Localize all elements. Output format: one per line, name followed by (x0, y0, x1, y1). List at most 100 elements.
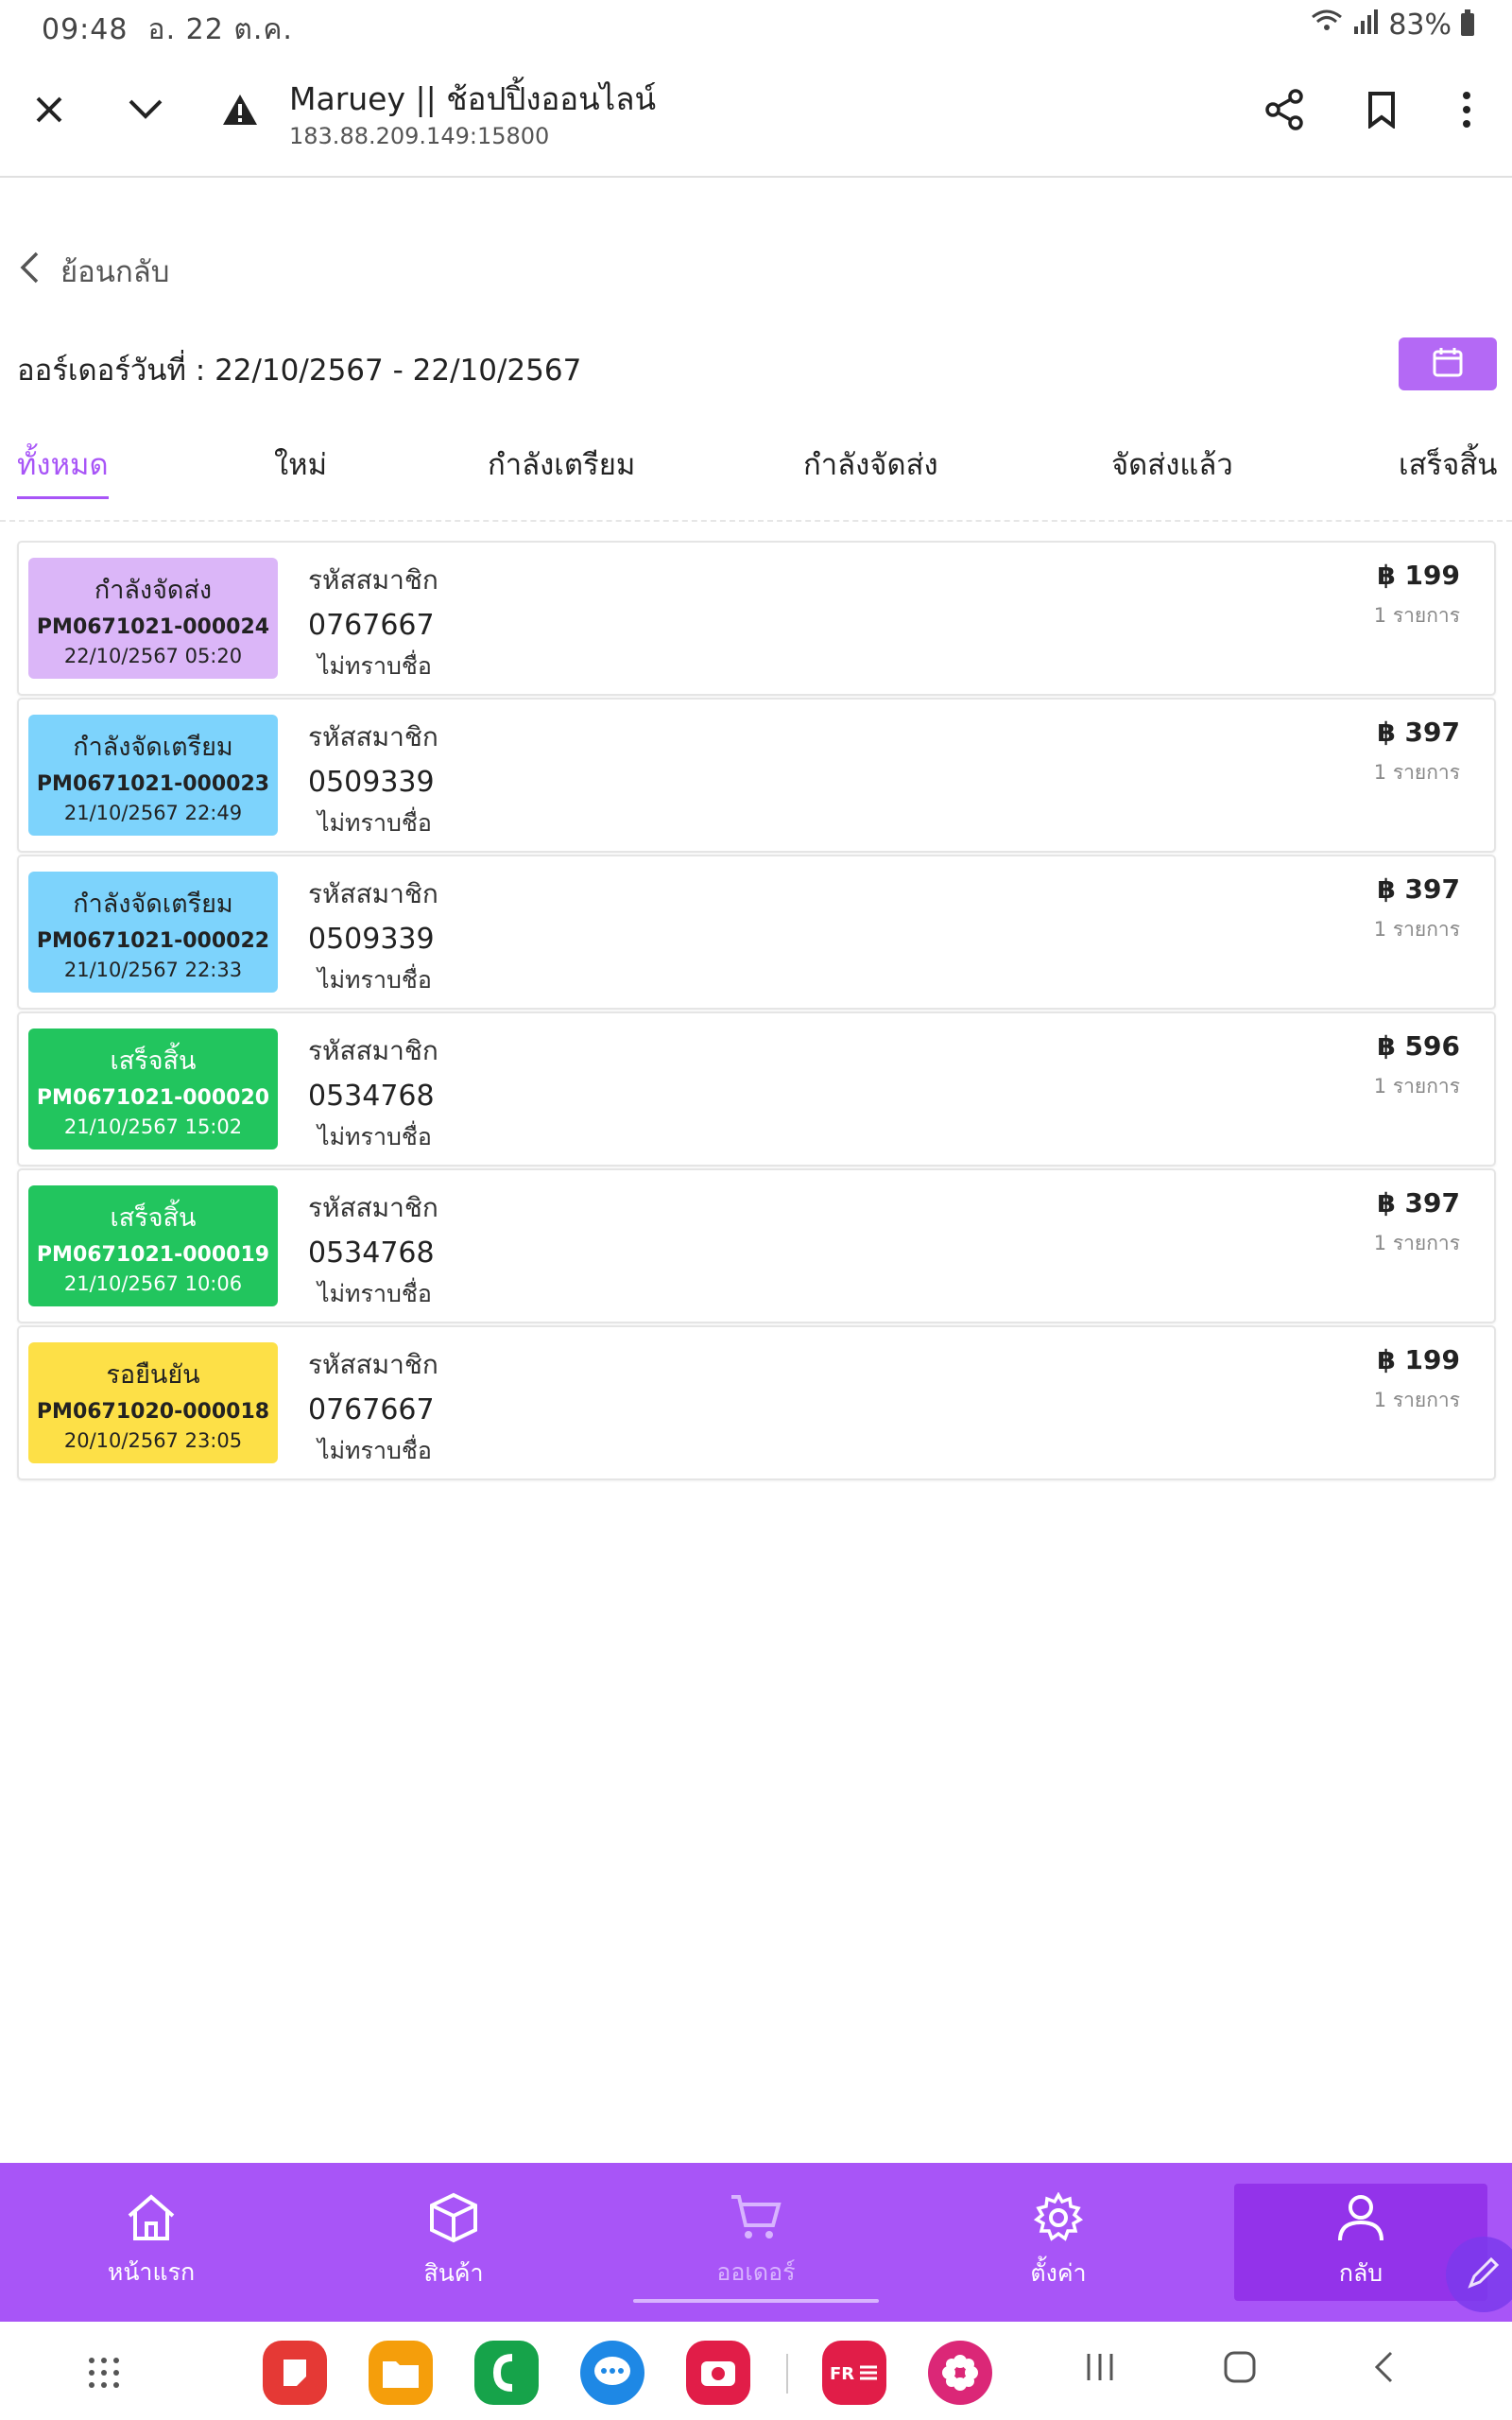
home-button-icon[interactable] (1223, 2350, 1257, 2394)
nav-back-label: กลับ (1338, 2259, 1383, 2287)
order-card[interactable]: กำลังจัดเตรียม PM0671021-000022 21/10/25… (17, 855, 1496, 1010)
nav-settings-label: ตั้งค่า (1030, 2259, 1087, 2287)
order-amount: ฿ 397 (1377, 1187, 1460, 1219)
member-info: รหัสสมาชิก 0509339 ไม่ทราบชื่อ (308, 717, 438, 842)
order-amount: ฿ 397 (1377, 873, 1460, 905)
camera-app-icon[interactable] (686, 2341, 750, 2405)
cart-icon (730, 2193, 782, 2248)
customer-name: ไม่ทราบชื่อ (318, 652, 432, 680)
order-card[interactable]: เสร็จสิ้น PM0671021-000019 21/10/2567 10… (17, 1168, 1496, 1323)
order-amount: ฿ 199 (1377, 1344, 1460, 1375)
tab-shipping[interactable]: กำลังจัดส่ง (803, 441, 938, 488)
customer-name: ไม่ทราบชื่อ (318, 1123, 432, 1150)
tab-shipped[interactable]: จัดส่งแล้ว (1111, 441, 1233, 488)
member-code: 0767667 (308, 609, 435, 642)
order-total: ฿ 397 1 รายการ (1374, 1187, 1460, 1259)
order-card[interactable]: เสร็จสิ้น PM0671021-000020 21/10/2567 15… (17, 1011, 1496, 1167)
notes-app-icon[interactable] (263, 2341, 327, 2405)
page-url[interactable]: 183.88.209.149:15800 (289, 123, 549, 149)
files-app-icon[interactable] (369, 2341, 433, 2405)
order-datetime: 21/10/2567 22:49 (63, 802, 243, 824)
nav-orders[interactable]: ออเดอร์ (605, 2163, 907, 2322)
order-item-count: 1 รายการ (1373, 761, 1460, 784)
order-card[interactable]: กำลังจัดส่ง PM0671021-000024 22/10/2567 … (17, 541, 1496, 696)
order-item-count: 1 รายการ (1373, 1389, 1460, 1411)
tab-all[interactable]: ทั้งหมด (17, 441, 109, 499)
order-id: PM0671021-000023 (36, 772, 270, 796)
order-id: PM0671020-000018 (36, 1400, 270, 1424)
bottom-nav: หน้าแรก สินค้า ออเดอร์ ตั้งค่า กลับ (0, 2163, 1512, 2322)
member-label: รหัสสมาชิก (308, 1035, 438, 1066)
calendar-button[interactable] (1399, 337, 1497, 390)
close-icon[interactable] (23, 83, 76, 136)
order-card[interactable]: กำลังจัดเตรียม PM0671021-000023 21/10/25… (17, 698, 1496, 853)
member-info: รหัสสมาชิก 0509339 ไม่ทราบชื่อ (308, 873, 438, 999)
nav-settings[interactable]: ตั้งค่า (907, 2163, 1210, 2322)
status-bar: 09:48 อ. 22 ต.ค. 83% (0, 0, 1512, 49)
back-link[interactable]: ย้อนกลับ (19, 248, 169, 295)
order-total: ฿ 596 1 รายการ (1374, 1030, 1460, 1102)
order-list: กำลังจัดส่ง PM0671021-000024 22/10/2567 … (17, 541, 1496, 1482)
edit-fab[interactable] (1446, 2237, 1512, 2312)
customer-name: ไม่ทราบชื่อ (318, 966, 432, 994)
dock-divider (786, 2354, 788, 2394)
phone-app-icon[interactable] (474, 2341, 539, 2405)
more-menu-icon[interactable] (1440, 83, 1493, 136)
order-date-range: ออร์เดอร์วันที่ : 22/10/2567 - 22/10/256… (17, 354, 582, 388)
member-label: รหัสสมาชิก (308, 878, 438, 909)
member-code: 0509339 (308, 766, 435, 799)
order-amount: ฿ 199 (1377, 560, 1460, 591)
order-id: PM0671021-000019 (36, 1243, 270, 1267)
order-item-count: 1 รายการ (1373, 1075, 1460, 1098)
tab-completed[interactable]: เสร็จสิ้น (1399, 441, 1497, 488)
order-card[interactable]: รอยืนยัน PM0671020-000018 20/10/2567 23:… (17, 1325, 1496, 1480)
wifi-icon (1311, 8, 1343, 42)
status-badge: กำลังจัดเตรียม PM0671021-000022 21/10/25… (28, 872, 278, 993)
status-tabs: ทั้งหมด ใหม่ กำลังเตรียม กำลังจัดส่ง จัด… (0, 435, 1512, 522)
signal-icon (1352, 9, 1379, 42)
order-total: ฿ 397 1 รายการ (1374, 717, 1460, 788)
member-label: รหัสสมาชิก (308, 1192, 438, 1223)
warning-icon[interactable] (214, 83, 266, 136)
battery-percent: 83% (1388, 8, 1452, 42)
status-badge: รอยืนยัน PM0671020-000018 20/10/2567 23:… (28, 1342, 278, 1463)
chevron-down-icon[interactable] (119, 83, 172, 136)
page-title[interactable]: Maruey || ช้อปปิ้งออนไลน์ (289, 74, 656, 124)
active-tab-indicator (633, 2299, 879, 2303)
status-badge: เสร็จสิ้น PM0671021-000019 21/10/2567 10… (28, 1185, 278, 1306)
tab-preparing[interactable]: กำลังเตรียม (488, 441, 635, 488)
member-code: 0534768 (308, 1080, 435, 1113)
order-item-count: 1 รายการ (1373, 918, 1460, 941)
nav-home-label: หน้าแรก (107, 2258, 196, 2286)
tab-new[interactable]: ใหม่ (274, 441, 327, 488)
messages-app-icon[interactable] (580, 2341, 644, 2405)
order-item-count: 1 รายการ (1373, 1232, 1460, 1254)
order-total: ฿ 397 1 รายการ (1374, 873, 1460, 945)
app-drawer-icon[interactable] (87, 2356, 121, 2399)
share-icon[interactable] (1259, 83, 1312, 136)
nav-orders-label: ออเดอร์ (716, 2258, 796, 2286)
bookmark-icon[interactable] (1355, 83, 1408, 136)
recent-apps-icon[interactable] (1083, 2350, 1117, 2394)
status-badge: กำลังจัดส่ง PM0671021-000024 22/10/2567 … (28, 558, 278, 679)
system-back-icon[interactable] (1372, 2350, 1395, 2394)
order-amount: ฿ 397 (1377, 717, 1460, 748)
order-datetime: 20/10/2567 23:05 (63, 1429, 243, 1452)
order-status: กำลังจัดเตรียม (73, 890, 233, 919)
customer-name: ไม่ทราบชื่อ (318, 809, 432, 837)
order-item-count: 1 รายการ (1373, 604, 1460, 627)
order-datetime: 22/10/2567 05:20 (63, 645, 243, 667)
order-total: ฿ 199 1 รายการ (1374, 1344, 1460, 1416)
order-datetime: 21/10/2567 10:06 (63, 1272, 243, 1295)
customer-name: ไม่ทราบชื่อ (318, 1280, 432, 1307)
free-app-icon[interactable]: FR (822, 2341, 886, 2405)
member-code: 0767667 (308, 1393, 435, 1426)
order-datetime: 21/10/2567 22:33 (63, 959, 243, 981)
nav-products[interactable]: สินค้า (302, 2163, 605, 2322)
status-icons: 83% (1311, 8, 1474, 42)
battery-icon (1461, 9, 1474, 36)
nav-home[interactable]: หน้าแรก (0, 2163, 302, 2322)
chevron-left-icon (19, 251, 40, 292)
gallery-app-icon[interactable] (928, 2341, 992, 2405)
calendar-icon (1432, 346, 1464, 382)
